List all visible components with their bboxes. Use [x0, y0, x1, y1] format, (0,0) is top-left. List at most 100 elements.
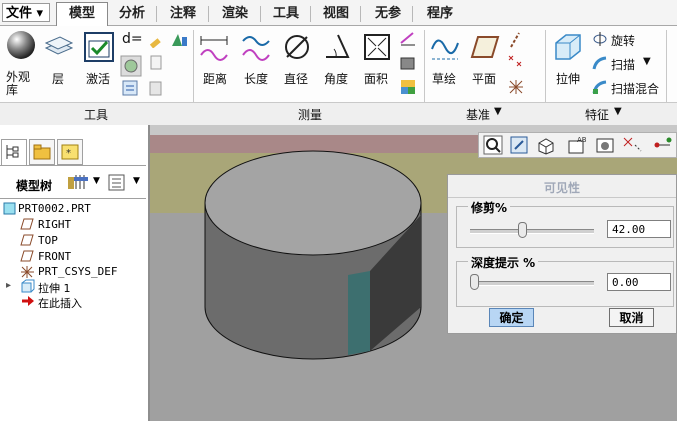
datum-dropdown-icon[interactable]: ▼ — [494, 106, 502, 117]
tab-divider — [360, 6, 361, 22]
cancel-button[interactable]: 取消 — [609, 308, 654, 327]
tab-divider — [156, 6, 157, 22]
pencil-tool-icon[interactable] — [148, 32, 164, 51]
tree-columns-icon[interactable] — [106, 172, 128, 195]
tab-program[interactable]: 程序 — [418, 3, 462, 25]
tree-settings-dropdown-icon[interactable]: ▼ — [93, 176, 100, 186]
angle-icon[interactable] — [322, 31, 352, 66]
diameter-icon[interactable] — [282, 31, 312, 66]
tab-favorites-icon[interactable]: * — [57, 139, 83, 165]
trim-slider-thumb[interactable] — [518, 222, 528, 238]
revolve-label[interactable]: 旋转 — [611, 32, 635, 49]
tree-item-front[interactable]: FRONT — [38, 250, 71, 263]
depth-cue-label: 深度提示 % — [468, 254, 539, 271]
zoom-fit-icon[interactable] — [483, 135, 503, 158]
group-datum-label[interactable]: 基准 — [466, 106, 490, 123]
tab-no-param[interactable]: 无参 — [366, 3, 410, 25]
csys-icon[interactable] — [507, 78, 525, 99]
file-menu-button[interactable]: 文件 ▾ — [2, 3, 50, 22]
tree-item-insert-here[interactable]: 在此插入 — [38, 295, 82, 311]
tab-model-tree-icon[interactable] — [1, 139, 27, 165]
feature-dropdown-icon[interactable]: ▼ — [614, 106, 622, 117]
depth-cue-value-input[interactable]: 0.00 — [607, 273, 671, 291]
depth-cue-slider-track[interactable] — [470, 281, 594, 286]
trim-slider-track[interactable] — [470, 229, 594, 234]
visibility-dialog: 可见性 修剪% 42.00 深度提示 % 0.00 确定 取消 — [447, 174, 677, 334]
measure-tool-1-icon[interactable] — [399, 31, 417, 50]
tree-columns-dropdown-icon[interactable]: ▼ — [133, 176, 140, 186]
point-icon[interactable] — [507, 54, 523, 73]
datum-display-icon[interactable] — [621, 135, 645, 158]
extrude-icon[interactable] — [552, 31, 584, 66]
tab-view[interactable]: 视图 — [314, 3, 358, 25]
ok-button[interactable]: 确定 — [489, 308, 534, 327]
angle-label[interactable]: 角度 — [324, 70, 348, 87]
trim-value-input[interactable]: 42.00 — [607, 220, 671, 238]
tab-tools[interactable]: 工具 — [264, 3, 308, 25]
axis-icon[interactable] — [508, 31, 522, 52]
ribbon-group-bar: 工具 测量 基准 ▼ 特征 ▼ — [0, 102, 677, 126]
tree-settings-icon[interactable] — [66, 172, 90, 195]
extrude-label[interactable]: 拉伸 — [556, 70, 580, 87]
clipboard-icon[interactable] — [148, 80, 164, 99]
switch-icon[interactable] — [122, 80, 138, 99]
trim-label: 修剪% — [468, 199, 511, 216]
tree-tool-icon[interactable] — [170, 32, 188, 51]
view-orient-icon[interactable] — [536, 135, 558, 158]
plane-icon[interactable] — [470, 33, 500, 64]
activate-icon[interactable] — [83, 31, 115, 66]
length-icon[interactable] — [240, 31, 274, 66]
sweep-icon[interactable] — [592, 55, 608, 74]
revolve-icon[interactable] — [592, 31, 608, 50]
saved-views-icon[interactable]: AB — [565, 135, 589, 158]
display-style-icon[interactable] — [595, 135, 615, 158]
distance-label[interactable]: 距离 — [203, 70, 227, 87]
insert-here-arrow-icon — [21, 295, 35, 310]
tree-item-extrude[interactable]: 拉伸 1 — [38, 280, 71, 296]
tab-analysis[interactable]: 分析 — [110, 3, 154, 25]
measure-tool-3-icon[interactable] — [399, 78, 417, 99]
expand-arrow-icon[interactable]: ▸ — [6, 280, 11, 291]
depth-cue-slider-thumb[interactable] — [470, 274, 479, 290]
plane-label[interactable]: 平面 — [472, 70, 496, 87]
layer-label[interactable]: 层 — [52, 70, 64, 87]
area-label[interactable]: 面积 — [364, 70, 388, 87]
dialog-divider — [448, 197, 676, 198]
group-feature-label[interactable]: 特征 — [585, 106, 609, 123]
spin-center-icon[interactable] — [653, 135, 673, 158]
tab-model[interactable]: 模型 — [56, 2, 108, 26]
diameter-label[interactable]: 直径 — [284, 70, 308, 87]
appearance-sphere-icon[interactable] — [6, 30, 36, 63]
group-measure-label[interactable]: 测量 — [298, 106, 322, 123]
dialog-title: 可见性 — [543, 181, 580, 195]
tab-divider — [412, 6, 413, 22]
layer-icon[interactable] — [42, 34, 74, 61]
sweep-label[interactable]: 扫描 — [611, 56, 635, 73]
swept-blend-label[interactable]: 扫描混合 — [611, 80, 659, 97]
part-icon — [3, 202, 16, 218]
sweep-dropdown-icon[interactable]: ▼ — [643, 56, 651, 67]
measure-tool-2-icon[interactable] — [399, 55, 417, 74]
swept-blend-icon[interactable] — [592, 79, 608, 98]
sketch-icon[interactable] — [430, 31, 460, 66]
family-table-icon[interactable] — [120, 55, 142, 80]
appearance-library-label[interactable]: 库 — [6, 81, 18, 98]
tree-item-csys[interactable]: PRT_CSYS_DEF — [38, 265, 117, 278]
area-icon[interactable] — [362, 31, 392, 66]
tree-item-part[interactable]: PRT0002.PRT — [18, 202, 91, 215]
zoom-window-icon[interactable] — [509, 135, 529, 158]
tree-item-top[interactable]: TOP — [38, 234, 58, 247]
tab-annotate[interactable]: 注释 — [160, 3, 206, 25]
tab-render[interactable]: 渲染 — [212, 3, 258, 25]
svg-text:*: * — [66, 148, 71, 159]
activate-label[interactable]: 激活 — [86, 70, 110, 87]
relations-button[interactable]: d= — [122, 31, 143, 47]
distance-icon[interactable] — [198, 31, 232, 66]
doc-icon[interactable] — [148, 55, 164, 74]
tab-folder-browser-icon[interactable] — [29, 139, 55, 165]
group-tools-label[interactable]: 工具 — [84, 106, 108, 123]
sketch-label[interactable]: 草绘 — [432, 70, 456, 87]
tree-item-right[interactable]: RIGHT — [38, 218, 71, 231]
datum-plane-icon — [20, 218, 34, 233]
length-label[interactable]: 长度 — [244, 70, 268, 87]
